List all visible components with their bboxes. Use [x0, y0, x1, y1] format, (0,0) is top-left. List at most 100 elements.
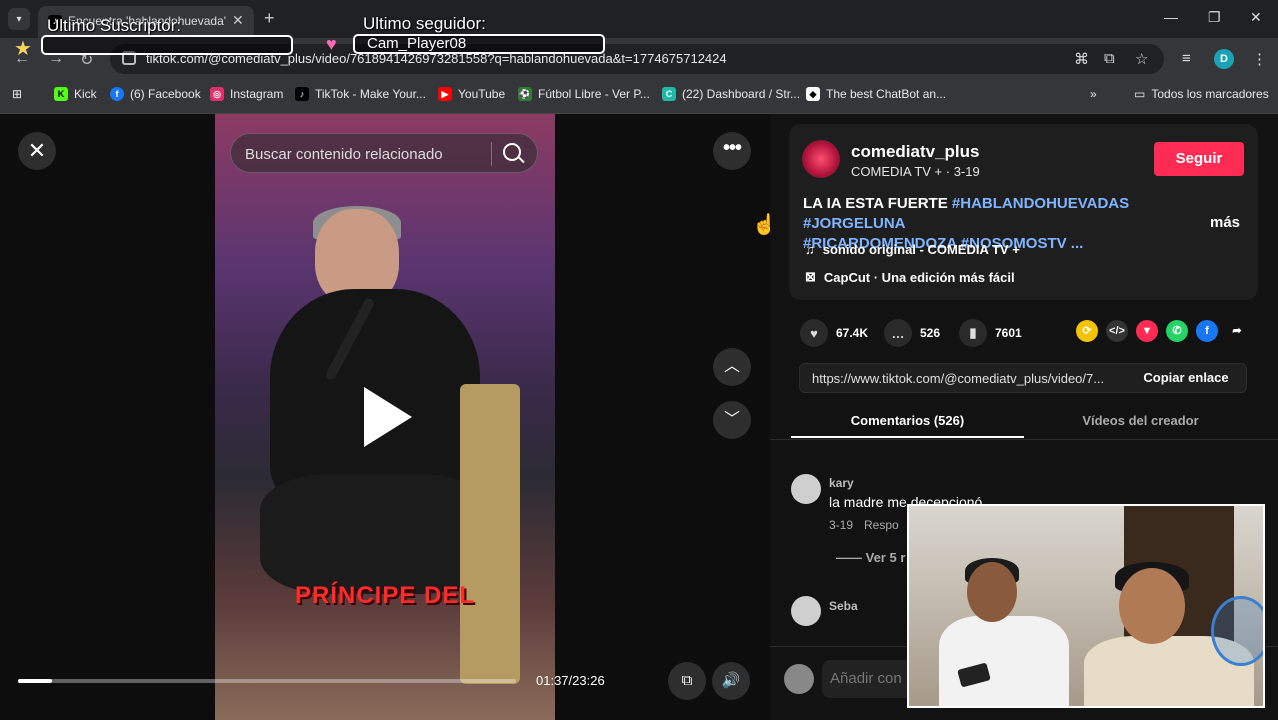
view-replies-button[interactable]: —— Ver 5 r — [836, 550, 905, 565]
capcut-label: CapCut · Una edición más fácil — [823, 269, 1015, 285]
last-subscriber-label: Ultimo Suscriptor: — [47, 16, 182, 35]
bookmark-label: (6) Facebook — [130, 87, 201, 101]
bookmark-chatbot[interactable]: ◆ The best ChatBot an... — [806, 87, 946, 101]
heart-icon[interactable]: ♥ — [800, 319, 828, 347]
tab-close-icon[interactable]: ✕ — [232, 12, 244, 29]
comment-icon[interactable]: … — [884, 319, 912, 347]
bookmark-instagram[interactable]: ◎ Instagram — [210, 87, 283, 101]
bookmark-label: Fútbol Libre - Ver P... — [538, 87, 650, 101]
webcam-overlay — [907, 504, 1265, 708]
tab-comments[interactable]: Comentarios (526) — [791, 404, 1024, 438]
description-more-link[interactable]: más — [1210, 214, 1240, 231]
related-search[interactable]: Buscar contenido relacionado — [230, 133, 538, 173]
apps-grid-icon[interactable]: ⊞ — [12, 87, 22, 101]
search-divider — [491, 142, 492, 166]
translate-icon[interactable]: ⌘ — [1074, 50, 1089, 68]
music-note-icon: ♫ — [805, 242, 815, 257]
like-stat[interactable]: ♥ 67.4K — [800, 319, 868, 347]
profile-avatar[interactable]: D — [1214, 49, 1234, 69]
bookmark-dashboard[interactable]: C (22) Dashboard / Str... — [662, 87, 800, 101]
kick-icon: K — [54, 87, 68, 101]
all-bookmarks-label: Todos los marcadores — [1151, 87, 1269, 101]
bookmark-facebook[interactable]: f (6) Facebook — [110, 87, 201, 101]
tabs-divider — [770, 439, 1278, 440]
play-icon[interactable] — [364, 387, 412, 447]
minimize-icon[interactable]: — — [1164, 9, 1178, 25]
instagram-icon: ◎ — [210, 87, 224, 101]
whatsapp-icon[interactable]: ✆ — [1166, 320, 1188, 342]
dashboard-icon: C — [662, 87, 676, 101]
previous-video-button[interactable]: ︿ — [713, 348, 751, 386]
browser-menu-icon[interactable]: ⋮ — [1252, 50, 1267, 68]
video-subtitle: PRÍNCIPE DEL — [294, 582, 476, 609]
webcam-person-right-head — [1119, 568, 1185, 644]
volume-icon[interactable]: 🔊 — [712, 662, 750, 700]
folder-icon: ▭ — [1134, 87, 1146, 101]
like-count: 67.4K — [836, 326, 869, 340]
bookmark-icon[interactable]: ▮ — [959, 319, 987, 347]
sound-label: sonido original - COMEDIA TV + — [822, 242, 1020, 257]
video-progress-bar[interactable] — [18, 679, 516, 683]
chatbot-icon: ◆ — [806, 87, 820, 101]
all-bookmarks[interactable]: ▭ Todos los marcadores — [1134, 87, 1269, 101]
restore-icon[interactable]: ❐ — [1208, 9, 1221, 26]
bookmark-tiktok[interactable]: ♪ TikTok - Make Your... — [295, 87, 426, 101]
next-video-button[interactable]: ﹀ — [713, 401, 751, 439]
save-stat[interactable]: ▮ 7601 — [959, 319, 1022, 347]
comment-count: 526 — [920, 326, 941, 340]
capcut-icon: ⊠ — [805, 269, 816, 284]
sound-line[interactable]: ♫ sonido original - COMEDIA TV + — [805, 242, 1020, 257]
picture-in-picture-icon[interactable]: ⧉ — [668, 662, 706, 700]
tab-creator-videos[interactable]: Vídeos del creador — [1024, 404, 1257, 438]
close-video-button[interactable]: ✕ — [18, 132, 56, 170]
webcam-person-left-body — [939, 616, 1069, 706]
new-tab-button[interactable]: + — [264, 8, 275, 29]
facebook-share-icon[interactable]: f — [1196, 320, 1218, 342]
comment-date: 3-19 — [829, 518, 854, 532]
capcut-line[interactable]: ⊠ CapCut · Una edición más fácil — [805, 269, 1015, 285]
author-name[interactable]: comediatv_plus — [851, 142, 980, 162]
follow-button[interactable]: Seguir — [1154, 142, 1244, 176]
bookmark-kick[interactable]: K Kick — [54, 87, 97, 101]
description-text: LA IA ESTA FUERTE — [803, 195, 948, 212]
bookmarks-overflow-icon[interactable]: » — [1090, 87, 1097, 101]
author-avatar[interactable] — [802, 140, 840, 178]
save-count: 7601 — [995, 326, 1022, 340]
more-options-button[interactable]: ••• — [713, 132, 751, 170]
video-time: 01:37/23:26 — [536, 673, 605, 688]
bookmark-futbol-libre[interactable]: ⚽ Fútbol Libre - Ver P... — [518, 87, 650, 101]
copy-link-button[interactable]: Copiar enlace — [1124, 364, 1248, 392]
last-follower-value: Cam_Player08 — [353, 34, 605, 54]
bookmark-label: Instagram — [230, 87, 284, 101]
view-replies-label: Ver 5 r — [865, 550, 906, 565]
install-app-icon[interactable]: ⧉ — [1104, 50, 1115, 67]
repost-icon[interactable]: ⟳ — [1076, 320, 1098, 342]
bookmark-youtube[interactable]: ▶ YouTube — [438, 87, 505, 101]
window-close-icon[interactable]: ✕ — [1250, 9, 1262, 26]
share-link-box: https://www.tiktok.com/@comediatv_plus/v… — [799, 363, 1247, 393]
media-control-icon[interactable]: ≡ — [1182, 50, 1191, 67]
send-to-friends-icon[interactable]: ▼ — [1136, 320, 1158, 342]
search-icon[interactable] — [503, 143, 521, 161]
search-placeholder: Buscar contenido relacionado — [245, 146, 443, 163]
comment-stat[interactable]: … 526 — [884, 319, 940, 347]
embed-code-icon[interactable]: </> — [1106, 320, 1128, 342]
tiktok-icon: ♪ — [295, 87, 309, 101]
futbol-icon: ⚽ — [518, 87, 532, 101]
last-follower-label: Ultimo seguidor: — [363, 14, 486, 33]
comment-avatar[interactable] — [791, 474, 821, 504]
bookmark-label: YouTube — [458, 87, 506, 101]
comment-username[interactable]: Seba — [829, 599, 858, 613]
video-progress-fill — [18, 679, 53, 683]
youtube-icon: ▶ — [438, 87, 452, 101]
share-link-url[interactable]: https://www.tiktok.com/@comediatv_plus/v… — [812, 371, 1104, 386]
last-subscriber-value — [41, 35, 293, 55]
comment-reply-button[interactable]: Respo — [864, 518, 899, 532]
comment-username[interactable]: kary — [829, 476, 854, 490]
current-user-avatar — [784, 664, 814, 694]
bookmark-star-icon[interactable]: ☆ — [1135, 50, 1148, 68]
comment-avatar[interactable] — [791, 596, 821, 626]
bookmark-label: TikTok - Make Your... — [315, 87, 426, 101]
tab-search-dropdown[interactable]: ▾ — [8, 8, 30, 30]
share-arrow-icon[interactable]: ➦ — [1226, 320, 1248, 342]
